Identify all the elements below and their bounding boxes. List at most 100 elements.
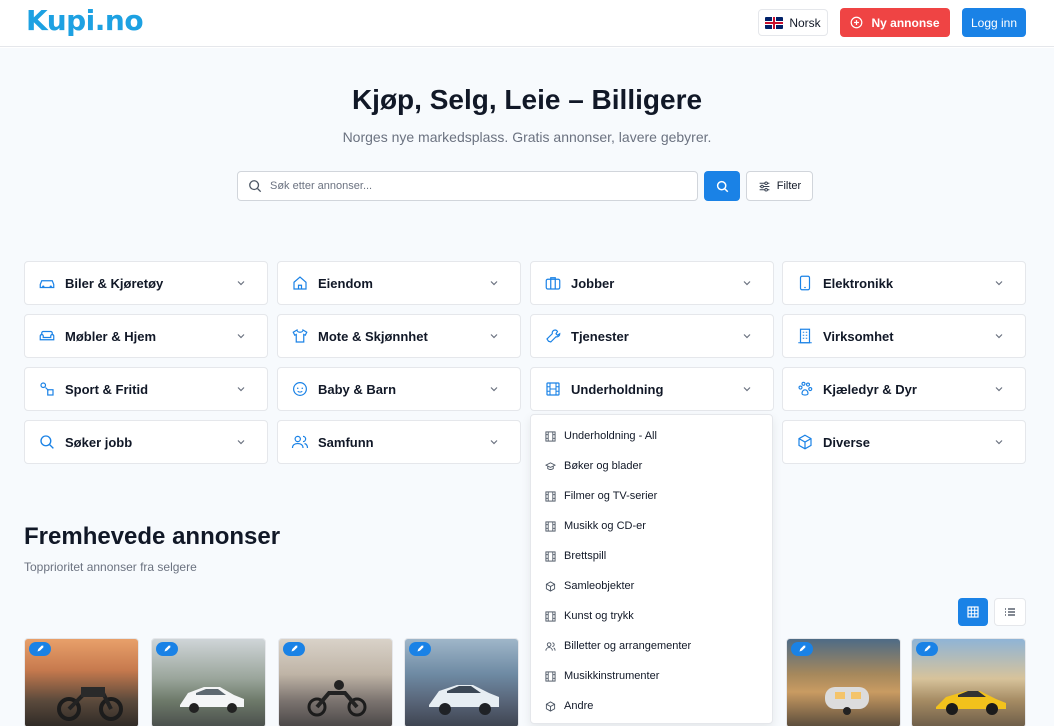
search-input[interactable] (270, 180, 670, 192)
box-icon (545, 580, 556, 592)
search-icon (249, 180, 262, 193)
category-label: Møbler & Hjem (65, 328, 157, 344)
users-icon (545, 641, 556, 652)
login-button[interactable]: Logg inn (962, 8, 1026, 37)
category-biler[interactable]: Biler & Kjøretøy (24, 261, 268, 305)
film-icon (545, 430, 556, 442)
category-baby[interactable]: Baby & Barn (277, 367, 521, 411)
chevron-down-icon (490, 281, 498, 286)
category-elektronikk[interactable]: Elektronikk (782, 261, 1026, 305)
film-icon (543, 379, 563, 399)
paw-icon (795, 379, 815, 399)
category-jobber[interactable]: Jobber (530, 261, 774, 305)
dropdown-item[interactable]: Brettspill (531, 541, 772, 571)
category-label: Jobber (571, 275, 615, 291)
category-mobler[interactable]: Møbler & Hjem (24, 314, 268, 358)
search-icon (716, 180, 728, 192)
filter-label: Filter (776, 180, 802, 192)
listing-card[interactable] (786, 638, 901, 726)
dropdown-item-label: Samleobjekter (564, 580, 635, 592)
dropdown-item-label: Underholdning - All (564, 430, 657, 442)
chevron-down-icon (995, 281, 1003, 286)
category-kjaeledyr[interactable]: Kjæledyr & Dyr (782, 367, 1026, 411)
category-soker-jobb[interactable]: Søker jobb (24, 420, 268, 464)
listing-card[interactable] (278, 638, 393, 726)
rocket-icon (283, 642, 305, 656)
dropdown-item[interactable]: Kunst og trykk (531, 601, 772, 631)
category-mote[interactable]: Mote & Skjønnhet (277, 314, 521, 358)
rocket-icon (29, 642, 51, 656)
chevron-down-icon (237, 334, 245, 339)
filter-button[interactable]: Filter (746, 171, 813, 201)
featured-subtitle: Topprioritet annonser fra selgere (24, 560, 197, 574)
dropdown-item[interactable]: Samleobjekter (531, 571, 772, 601)
featured-title: Fremhevede annonser (24, 523, 281, 550)
chevron-down-icon (995, 334, 1003, 339)
sofa-icon (37, 326, 57, 346)
category-diverse[interactable]: Diverse (782, 420, 1026, 464)
grid-icon (967, 606, 979, 618)
baby-icon (290, 379, 310, 399)
category-sport[interactable]: Sport & Fritid (24, 367, 268, 411)
film-icon (545, 550, 556, 562)
dropdown-item-label: Musikk og CD-er (564, 520, 646, 532)
category-eiendom[interactable]: Eiendom (277, 261, 521, 305)
uk-flag-icon (765, 16, 784, 29)
film-icon (545, 490, 556, 502)
wrench-icon (543, 326, 563, 346)
rocket-icon (156, 642, 178, 656)
grid-view-button[interactable] (958, 598, 988, 626)
top-header: Kupi.no Norsk Ny annonse Logg inn (0, 0, 1054, 47)
listing-card[interactable] (911, 638, 1026, 726)
category-samfunn[interactable]: Samfunn (277, 420, 521, 464)
chevron-down-icon (237, 281, 245, 286)
caravan-image (825, 687, 869, 715)
search-button[interactable] (704, 171, 740, 201)
chevron-down-icon (743, 387, 751, 392)
dropdown-item[interactable]: Underholdning - All (531, 421, 772, 451)
rocket-icon (409, 642, 431, 656)
listing-card[interactable] (151, 638, 266, 726)
category-underholdning[interactable]: Underholdning (530, 367, 774, 411)
dropdown-item[interactable]: Musikkinstrumenter (531, 661, 772, 691)
list-icon (1005, 608, 1015, 616)
underholdning-dropdown: Underholdning - All Bøker og blader Film… (530, 414, 773, 724)
dropdown-item[interactable]: Musikk og CD-er (531, 511, 772, 541)
chevron-down-icon (237, 440, 245, 445)
category-label: Underholdning (571, 381, 664, 397)
dropdown-item[interactable]: Billetter og arrangementer (531, 631, 772, 661)
site-logo[interactable]: Kupi.no (26, 4, 144, 37)
car-image (180, 687, 244, 713)
dropdown-item-label: Musikkinstrumenter (564, 670, 660, 682)
rocket-icon (791, 642, 813, 656)
shirt-icon (290, 326, 310, 346)
category-label: Tjenester (571, 328, 629, 344)
category-label: Elektronikk (823, 275, 894, 291)
dropdown-item-label: Billetter og arrangementer (564, 640, 692, 652)
chevron-down-icon (995, 440, 1003, 445)
building-icon (795, 326, 815, 346)
list-view-button[interactable] (994, 598, 1026, 626)
sports-car-image (936, 691, 1006, 715)
chevron-down-icon (490, 387, 498, 392)
chevron-down-icon (490, 334, 498, 339)
dropdown-item[interactable]: Filmer og TV-serier (531, 481, 772, 511)
home-icon (290, 273, 310, 293)
dropdown-item[interactable]: Andre (531, 691, 772, 721)
category-virksomhet[interactable]: Virksomhet (782, 314, 1026, 358)
film-icon (545, 520, 556, 532)
language-selector[interactable]: Norsk (758, 9, 828, 36)
film-icon (545, 670, 556, 682)
new-listing-button[interactable]: Ny annonse (840, 8, 950, 37)
category-label: Sport & Fritid (65, 381, 149, 397)
chevron-down-icon (237, 387, 245, 392)
category-tjenester[interactable]: Tjenester (530, 314, 774, 358)
category-label: Søker jobb (65, 434, 133, 450)
new-listing-label: Ny annonse (871, 15, 940, 30)
chevron-down-icon (995, 387, 1003, 392)
listing-card[interactable] (24, 638, 139, 726)
page-title: Kjøp, Selg, Leie – Billigere (351, 84, 703, 115)
listing-card[interactable] (404, 638, 519, 726)
dropdown-item-label: Kunst og trykk (564, 610, 634, 622)
dropdown-item[interactable]: Bøker og blader (531, 451, 772, 481)
